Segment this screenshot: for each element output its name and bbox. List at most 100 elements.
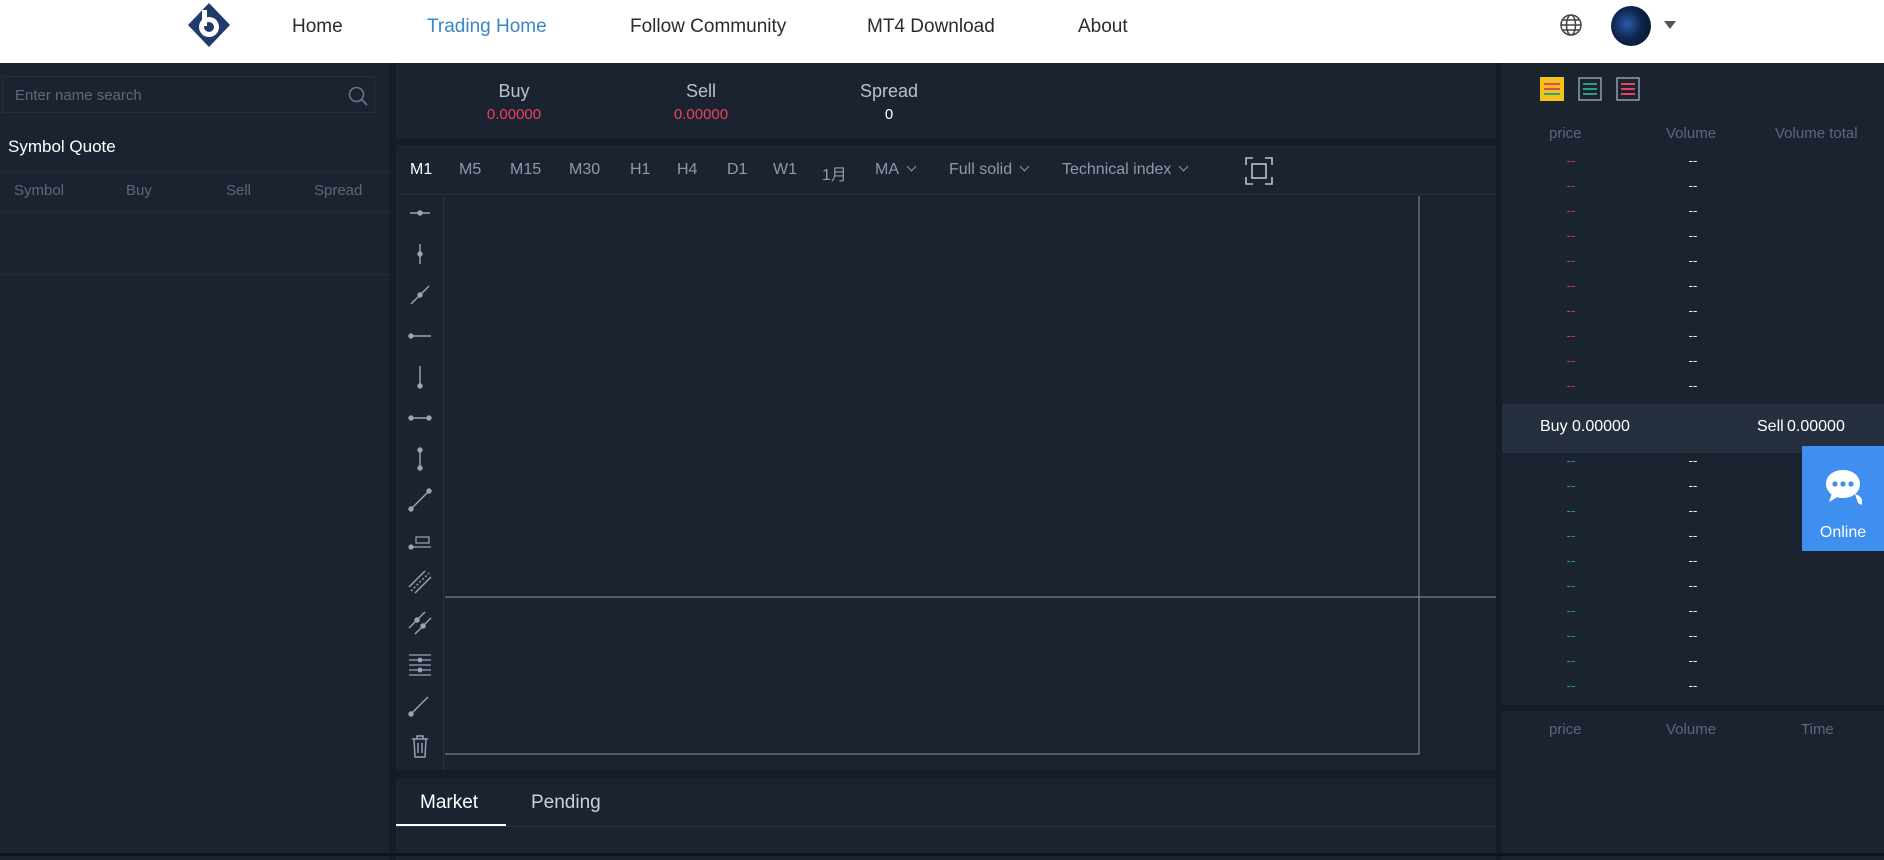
timeframe-h4[interactable]: H4 xyxy=(677,161,697,179)
ask-row[interactable]: -- -- xyxy=(1502,251,1884,276)
ask-volume: -- xyxy=(1688,253,1698,268)
sell-value: 0.00000 xyxy=(673,106,729,123)
panel-title: Symbol Quote xyxy=(8,137,116,156)
logo[interactable] xyxy=(186,2,232,48)
globe-icon[interactable] xyxy=(1558,12,1584,38)
ask-price: -- xyxy=(1566,353,1576,368)
timeframe-m5[interactable]: M5 xyxy=(459,161,481,179)
bid-row[interactable]: -- -- xyxy=(1502,676,1884,701)
style-dropdown[interactable]: Full solid xyxy=(949,161,1030,179)
column-header-buy[interactable]: Buy xyxy=(126,182,152,199)
bid-row[interactable]: -- -- xyxy=(1502,551,1884,576)
vertical-range-icon[interactable] xyxy=(406,445,434,473)
column-header-spread[interactable]: Spread xyxy=(314,182,362,199)
online-support-button[interactable]: Online xyxy=(1802,446,1884,551)
trash-icon[interactable] xyxy=(406,732,434,760)
chevron-down-icon[interactable] xyxy=(1664,21,1676,29)
technical-index-dropdown[interactable]: Technical index xyxy=(1062,161,1189,179)
bid-row[interactable]: -- -- xyxy=(1502,576,1884,601)
tab-market[interactable]: Market xyxy=(420,792,478,814)
bid-price: -- xyxy=(1566,528,1576,543)
column-header-symbol[interactable]: Symbol xyxy=(14,182,64,199)
divider xyxy=(396,826,1496,827)
timeframe-h1[interactable]: H1 xyxy=(630,161,650,179)
ask-volume: -- xyxy=(1688,153,1698,168)
timeframe-d1[interactable]: D1 xyxy=(727,161,747,179)
bid-price: -- xyxy=(1566,603,1576,618)
orderbook-panel: price Volume Volume total -- -- -- -- -- -- --… xyxy=(1502,63,1884,705)
bid-row[interactable]: -- -- xyxy=(1502,651,1884,676)
tab-pending[interactable]: Pending xyxy=(531,792,601,814)
ask-row[interactable]: -- -- xyxy=(1502,301,1884,326)
parallel-lines-icon[interactable] xyxy=(406,609,434,637)
bid-price: -- xyxy=(1566,503,1576,518)
ask-volume: -- xyxy=(1688,228,1698,243)
bid-price: -- xyxy=(1566,453,1576,468)
column-header-sell[interactable]: Sell xyxy=(226,182,251,199)
search-box xyxy=(2,76,375,113)
bid-volume: -- xyxy=(1688,528,1698,543)
search-input[interactable] xyxy=(15,84,335,106)
bid-volume: -- xyxy=(1688,678,1698,693)
bid-price: -- xyxy=(1566,578,1576,593)
nav-trading-home[interactable]: Trading Home xyxy=(427,16,547,38)
column-header-volume-total: Volume total xyxy=(1775,125,1858,142)
ask-price: -- xyxy=(1566,178,1576,193)
spread-value: 0 xyxy=(884,106,894,123)
price-label-icon[interactable] xyxy=(406,527,434,555)
bid-volume: -- xyxy=(1688,628,1698,643)
nav-home[interactable]: Home xyxy=(292,16,343,38)
search-icon[interactable] xyxy=(347,85,369,107)
bid-row[interactable]: -- -- xyxy=(1502,601,1884,626)
buy-value: 0.00000 xyxy=(486,106,542,123)
avatar[interactable] xyxy=(1611,6,1651,46)
ray-icon[interactable] xyxy=(406,691,434,719)
ask-row[interactable]: -- -- xyxy=(1502,326,1884,351)
nav-mt4-download[interactable]: MT4 Download xyxy=(867,16,995,38)
bid-price: -- xyxy=(1566,628,1576,643)
segment-icon[interactable] xyxy=(406,486,434,514)
fibonacci-icon[interactable] xyxy=(406,650,434,678)
timeframe-month[interactable]: 1月 xyxy=(822,161,847,185)
symbol-panel: Symbol Quote Symbol Buy Sell Spread xyxy=(0,63,390,860)
ask-row[interactable]: -- -- xyxy=(1502,376,1884,401)
horizontal-ray-icon[interactable] xyxy=(406,199,434,227)
ask-volume: -- xyxy=(1688,178,1698,193)
orderbook-view-asks-icon[interactable] xyxy=(1616,77,1640,101)
vertical-segment-icon[interactable] xyxy=(406,240,434,268)
timeframe-m30[interactable]: M30 xyxy=(569,161,600,179)
ask-volume: -- xyxy=(1688,303,1698,318)
timeframe-w1[interactable]: W1 xyxy=(773,161,797,179)
horizontal-segment-icon[interactable] xyxy=(406,404,434,432)
ask-price: -- xyxy=(1566,328,1576,343)
vertical-line-icon[interactable] xyxy=(406,363,434,391)
ask-row[interactable]: -- -- xyxy=(1502,176,1884,201)
ask-row[interactable]: -- -- xyxy=(1502,276,1884,301)
ask-price: -- xyxy=(1566,253,1576,268)
orderbook-view-bids-icon[interactable] xyxy=(1578,77,1602,101)
ask-row[interactable]: -- -- xyxy=(1502,226,1884,251)
timeframe-m1[interactable]: M1 xyxy=(410,161,432,179)
fullscreen-icon[interactable] xyxy=(1244,156,1274,186)
indicator-dropdown[interactable]: MA xyxy=(875,161,917,179)
chart-canvas[interactable] xyxy=(445,196,1496,770)
divider xyxy=(0,853,1884,856)
nav-follow-community[interactable]: Follow Community xyxy=(630,16,786,38)
nav-about[interactable]: About xyxy=(1078,16,1128,38)
bid-volume: -- xyxy=(1688,553,1698,568)
online-label: Online xyxy=(1819,524,1867,541)
parallel-channel-icon[interactable] xyxy=(406,568,434,596)
bid-volume: -- xyxy=(1688,503,1698,518)
bid-row[interactable]: -- -- xyxy=(1502,626,1884,651)
ask-volume: -- xyxy=(1688,203,1698,218)
ask-row[interactable]: -- -- xyxy=(1502,201,1884,226)
timeframe-m15[interactable]: M15 xyxy=(510,161,541,179)
chart-area: M1 M5 M15 M30 H1 H4 D1 W1 1月 MA Full sol… xyxy=(396,145,1496,770)
ask-row[interactable]: -- -- xyxy=(1502,351,1884,376)
column-header-volume: Volume xyxy=(1666,125,1717,142)
orderbook-view-all-icon[interactable] xyxy=(1540,77,1564,101)
horizontal-line-icon[interactable] xyxy=(406,322,434,350)
ask-row[interactable]: -- -- xyxy=(1502,151,1884,176)
spread-label: Spread xyxy=(859,81,919,101)
trend-line-icon[interactable] xyxy=(406,281,434,309)
